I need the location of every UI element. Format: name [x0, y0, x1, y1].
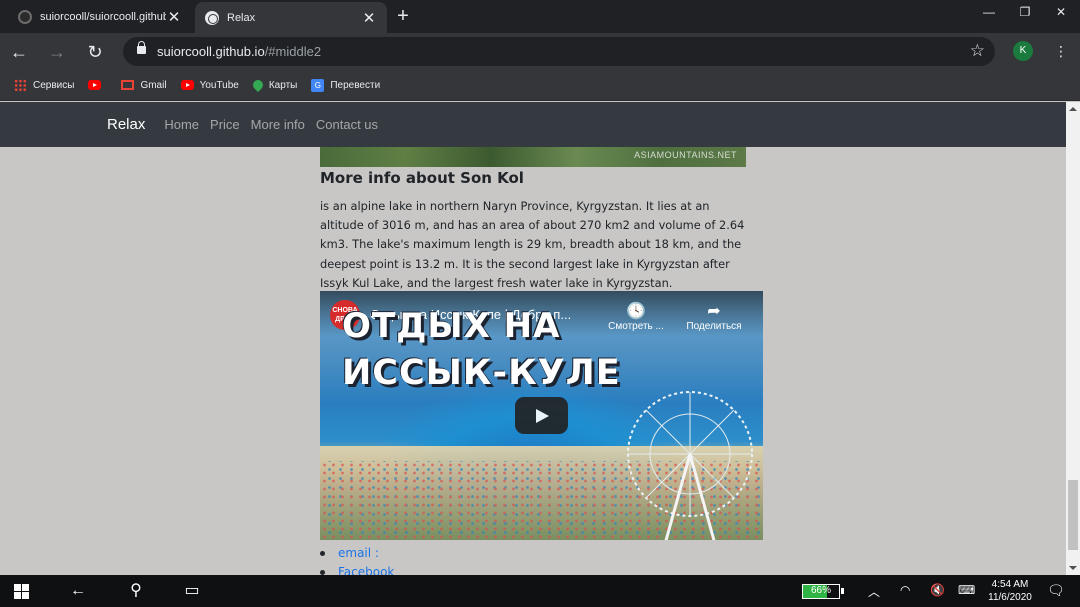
scroll-down-icon[interactable] — [1069, 566, 1077, 570]
site-brand[interactable]: Relax — [107, 116, 145, 133]
watch-later-button[interactable]: 🕓 Смотреть ... — [603, 301, 669, 332]
close-icon[interactable]: ✕ — [361, 9, 377, 27]
menu-kebab-icon[interactable]: ⋮ — [1054, 41, 1068, 61]
bookmark-label: Сервисы — [33, 79, 75, 91]
translate-icon: G — [311, 78, 325, 92]
wifi-icon[interactable]: ◠ — [900, 583, 910, 597]
browser-toolbar: ← → ↻ suiorcooll.github.io/#middle2 ☆ K … — [0, 33, 1080, 70]
bookmark-label: Карты — [268, 79, 298, 91]
email-link[interactable]: email : — [338, 546, 379, 560]
bookmark-star-icon[interactable]: ☆ — [970, 41, 985, 61]
section-paragraph: is an alpine lake in northern Naryn Prov… — [320, 199, 745, 290]
bookmark-label: Перевести — [330, 79, 381, 91]
restore-icon[interactable]: ❐ — [1008, 0, 1042, 24]
site-navbar: Relax Home Price More info Contact us — [0, 102, 1066, 147]
share-label: Поделиться — [686, 321, 742, 332]
video-overlay-text-2: ИССЫК-КУЛЕ — [342, 353, 621, 393]
url-path: /#middle2 — [264, 44, 322, 59]
notification-icon[interactable]: 🗨 — [1047, 582, 1065, 600]
minimize-icon[interactable]: — — [972, 0, 1006, 24]
clock-date: 11/6/2020 — [988, 592, 1032, 603]
bookmark-youtube[interactable]: YouTube — [180, 79, 239, 91]
tab-title: suiorcooll/suiorcooll.github.io — [40, 10, 166, 23]
battery-percent: 66% — [810, 585, 831, 596]
nav-home[interactable]: Home — [164, 117, 199, 132]
back-arrow-icon[interactable]: ← — [68, 581, 88, 601]
forward-icon[interactable]: → — [44, 39, 70, 65]
share-button[interactable]: ➦ Поделиться — [680, 301, 748, 332]
share-icon: ➦ — [707, 303, 721, 320]
watch-later-label: Смотреть ... — [608, 321, 664, 332]
bookmark-youtube-unlabeled[interactable] — [88, 80, 107, 90]
url-host: suiorcooll.github.io — [157, 44, 265, 59]
list-item: Facebook — [320, 563, 394, 575]
bookmarks-bar: Сервисы Gmail YouTube Карты G Перевести — [0, 70, 1080, 101]
play-button[interactable] — [515, 397, 568, 434]
close-icon[interactable]: ✕ — [166, 8, 182, 26]
window-close-icon[interactable]: ✕ — [1044, 0, 1078, 24]
globe-icon — [205, 10, 219, 25]
youtube-icon — [88, 80, 102, 90]
ferris-wheel-graphic — [627, 391, 753, 540]
scroll-thumb[interactable] — [1068, 480, 1078, 550]
windows-taskbar: ← ⚲ ▭ 66% ︿ ◠ 🔇 ⌨ 4:54 AM 11/6/2020 🗨 — [0, 575, 1080, 607]
youtube-icon — [180, 80, 194, 90]
system-clock[interactable]: 4:54 AM 11/6/2020 — [982, 578, 1038, 604]
bookmark-gmail[interactable]: Gmail — [121, 79, 167, 91]
scroll-up-icon[interactable] — [1069, 107, 1077, 111]
new-tab-button[interactable]: + — [392, 4, 414, 28]
page-scrollbar[interactable] — [1066, 102, 1080, 575]
back-icon[interactable]: ← — [6, 39, 32, 65]
bookmark-label: YouTube — [199, 79, 239, 91]
tab-strip: suiorcooll/suiorcooll.github.io ✕ Relax … — [0, 0, 1080, 33]
bookmark-maps[interactable]: Карты — [250, 77, 298, 93]
clock-time: 4:54 AM — [991, 579, 1029, 590]
nav-price[interactable]: Price — [210, 117, 240, 132]
task-view-icon[interactable]: ▭ — [182, 581, 202, 601]
tab-github[interactable]: suiorcooll/suiorcooll.github.io ✕ — [8, 0, 192, 33]
tab-title: Relax — [227, 11, 256, 24]
nav-contact-us[interactable]: Contact us — [316, 117, 378, 132]
url-text[interactable]: suiorcooll.github.io/#middle2 — [157, 44, 321, 59]
info-section: More info about Son Kol is an alpine lak… — [320, 169, 746, 293]
github-icon — [18, 9, 32, 24]
contact-links: email : Facebook — [320, 544, 394, 575]
section-heading: More info about Son Kol — [320, 169, 524, 187]
list-item: email : — [320, 544, 394, 563]
speaker-muted-icon[interactable]: 🔇 — [930, 583, 945, 597]
profile-avatar[interactable]: K — [1013, 41, 1033, 61]
chevron-up-icon[interactable]: ︿ — [868, 583, 880, 600]
bookmark-translate[interactable]: G Перевести — [311, 78, 381, 92]
maps-icon — [250, 77, 265, 93]
page-viewport: Relax Home Price More info Contact us AS… — [0, 102, 1066, 575]
lake-photo: ASIAMOUNTAINS.NET — [320, 147, 746, 167]
photo-watermark: ASIAMOUNTAINS.NET — [634, 150, 737, 160]
address-bar[interactable]: suiorcooll.github.io/#middle2 ☆ — [123, 37, 995, 66]
reload-icon[interactable]: ↻ — [82, 39, 108, 65]
apps-icon — [14, 78, 27, 92]
battery-indicator[interactable]: 66% — [802, 584, 844, 599]
windows-start-icon[interactable] — [14, 584, 29, 599]
facebook-link[interactable]: Facebook — [338, 565, 394, 575]
keyboard-icon[interactable]: ⌨ — [958, 583, 975, 597]
search-icon[interactable]: ⚲ — [126, 581, 146, 601]
bookmark-services[interactable]: Сервисы — [14, 78, 75, 92]
youtube-embed[interactable]: СНОВА ДРОЕ Отдых на Иссык-Куле | Добро п… — [320, 291, 763, 540]
tab-relax[interactable]: Relax ✕ — [195, 2, 387, 33]
bookmark-label: Gmail — [140, 79, 167, 91]
video-overlay-text-1: ОТДЫХ НА — [342, 306, 561, 346]
nav-more-info[interactable]: More info — [251, 117, 305, 132]
clock-icon: 🕓 — [626, 303, 646, 320]
lock-icon — [137, 41, 146, 54]
gmail-icon — [121, 80, 135, 90]
